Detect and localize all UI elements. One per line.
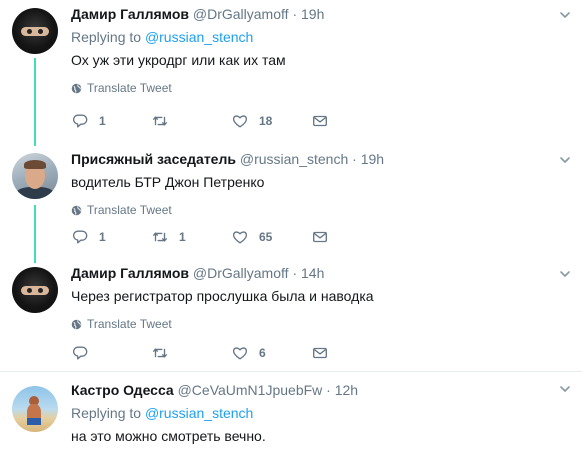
tweet[interactable]: Кастро Одесса @CeVaUmN1JpuebFw · 12h Rep…: [0, 372, 582, 450]
reply-button[interactable]: [71, 343, 151, 363]
avatar[interactable]: [12, 386, 58, 432]
avatar[interactable]: [12, 153, 58, 199]
tweet-actions: 1 18: [71, 111, 391, 131]
like-count: 6: [259, 346, 266, 360]
reply-button[interactable]: 1: [71, 227, 151, 247]
reply-icon: [72, 230, 88, 244]
chevron-down-icon[interactable]: [558, 153, 572, 167]
like-icon: [232, 347, 248, 360]
replying-label: Replying to: [71, 29, 142, 45]
replying-to: Replying to @russian_stench: [71, 27, 570, 47]
direct-message-button[interactable]: [311, 227, 391, 247]
message-icon: [313, 231, 327, 243]
like-count: 65: [259, 230, 273, 244]
separator-dot: ·: [352, 151, 357, 167]
timestamp[interactable]: 19h: [361, 151, 384, 167]
reply-count: 1: [99, 230, 106, 244]
handle[interactable]: @DrGallyamoff: [193, 6, 289, 22]
message-icon: [313, 347, 327, 359]
like-button[interactable]: 65: [231, 227, 311, 247]
handle[interactable]: @russian_stench: [240, 151, 348, 167]
like-count: 18: [259, 114, 273, 128]
separator-dot: ·: [292, 265, 298, 281]
direct-message-button[interactable]: [311, 343, 391, 363]
translate-label: Translate Tweet: [87, 81, 172, 95]
replying-label: Replying to: [71, 405, 142, 421]
fullname[interactable]: Присяжный заседатель: [71, 151, 236, 167]
direct-message-button[interactable]: [311, 111, 391, 131]
chevron-down-icon[interactable]: [558, 8, 572, 22]
tweet-header: Дамир Галлямов @DrGallyamoff · 19h: [71, 4, 570, 24]
translate-tweet-link[interactable]: Translate Tweet: [71, 202, 570, 218]
fullname[interactable]: Кастро Одесса: [71, 382, 174, 398]
chevron-down-icon[interactable]: [558, 382, 572, 396]
handle[interactable]: @CeVaUmN1JpuebFw: [178, 382, 323, 398]
translate-label: Translate Tweet: [87, 317, 172, 331]
tweet-text: Ох уж эти укродрг или как их там: [71, 52, 286, 68]
timestamp[interactable]: 14h: [301, 265, 324, 281]
retweet-icon: [153, 232, 167, 242]
globe-icon: [71, 83, 82, 93]
translate-tweet-link[interactable]: Translate Tweet: [71, 80, 570, 96]
separator-dot: ·: [292, 6, 298, 22]
like-button[interactable]: 18: [231, 111, 311, 131]
tweet[interactable]: Дамир Галлямов @DrGallyamoff · 14h Через…: [0, 263, 582, 370]
retweet-button[interactable]: [151, 343, 231, 363]
tweet[interactable]: Присяжный заседатель @russian_stench · 1…: [0, 145, 582, 263]
translate-tweet-link[interactable]: Translate Tweet: [71, 316, 570, 332]
tweet-header: Кастро Одесса @CeVaUmN1JpuebFw · 12h: [71, 380, 570, 400]
separator-dot: ·: [326, 382, 331, 398]
tweet-text: водитель БТР Джон Петренко: [71, 174, 265, 190]
fullname[interactable]: Дамир Галлямов: [71, 265, 189, 281]
tweet-actions: 1 1 65: [71, 227, 391, 247]
tweet-actions: 6: [71, 343, 391, 363]
retweet-button[interactable]: 1: [151, 227, 231, 247]
reply-count: 1: [99, 114, 106, 128]
like-icon: [232, 115, 248, 128]
timestamp[interactable]: 12h: [335, 382, 358, 398]
globe-icon: [71, 205, 82, 215]
replying-handle-link[interactable]: @russian_stench: [145, 405, 253, 421]
retweet-count: 1: [179, 230, 186, 244]
retweet-icon: [153, 348, 167, 358]
translate-label: Translate Tweet: [87, 203, 172, 217]
tweet-header: Присяжный заседатель @russian_stench · 1…: [71, 149, 570, 169]
fullname[interactable]: Дамир Галлямов: [71, 6, 189, 22]
globe-icon: [71, 319, 82, 329]
avatar[interactable]: [12, 267, 58, 313]
tweet[interactable]: Дамир Галлямов @DrGallyamoff · 19h Reply…: [0, 0, 582, 145]
like-icon: [232, 231, 248, 244]
handle[interactable]: @DrGallyamoff: [193, 265, 289, 281]
like-button[interactable]: 6: [231, 343, 311, 363]
reply-icon: [72, 114, 88, 128]
message-icon: [313, 115, 327, 127]
timestamp[interactable]: 19h: [301, 6, 324, 22]
reply-icon: [72, 346, 88, 360]
reply-button[interactable]: 1: [71, 111, 151, 131]
chevron-down-icon[interactable]: [558, 267, 572, 281]
replying-handle-link[interactable]: @russian_stench: [145, 29, 253, 45]
replying-to: Replying to @russian_stench: [71, 403, 570, 423]
tweet-text: на это можно смотреть вечно.: [71, 428, 266, 444]
tweet-header: Дамир Галлямов @DrGallyamoff · 14h: [71, 263, 570, 283]
retweet-button[interactable]: [151, 111, 231, 131]
avatar[interactable]: [12, 8, 58, 54]
tweet-text: Через регистратор прослушка была и навод…: [71, 288, 374, 304]
retweet-icon: [153, 116, 167, 126]
